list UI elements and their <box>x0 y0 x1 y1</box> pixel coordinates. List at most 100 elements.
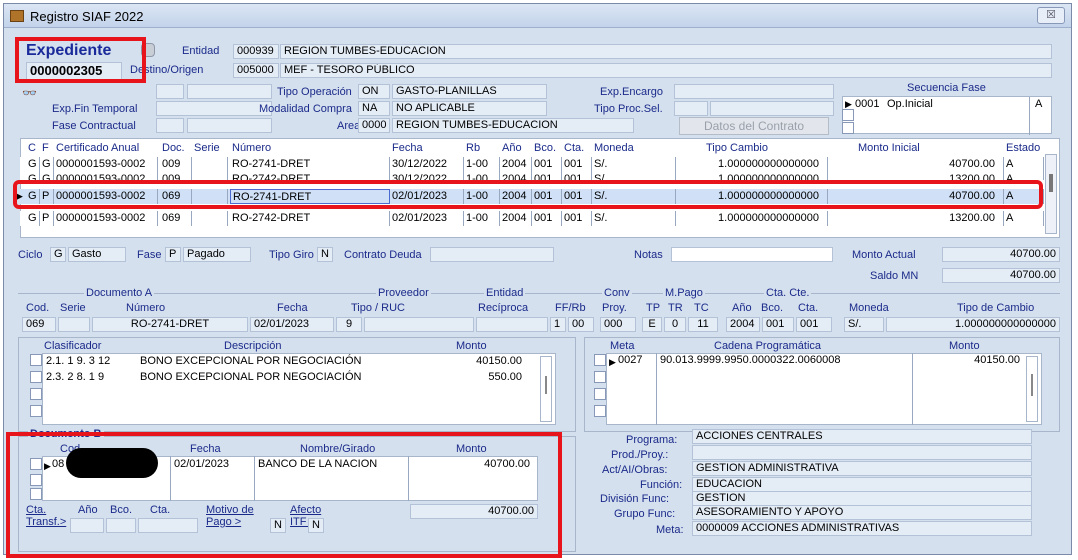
clasificador-check-1[interactable] <box>30 354 42 366</box>
grid-cell[interactable]: G <box>26 189 40 204</box>
contrato-deuda-field[interactable] <box>430 247 554 262</box>
grid-row[interactable]: G P 0000001593-0002 069 RO-2742-DRET 02/01/20… <box>20 211 1044 226</box>
grid-cell[interactable]: 02/01/2023 <box>390 189 464 204</box>
modalidad-compra-value[interactable]: NO APLICABLE <box>392 101 547 116</box>
grid-cell[interactable]: G <box>40 157 54 172</box>
grid-scrollbar[interactable] <box>1045 154 1057 234</box>
grid-cell[interactable]: 13200.00 <box>828 172 1004 180</box>
grid-col-header[interactable]: C <box>28 142 36 154</box>
grid-cell[interactable]: 009 <box>160 157 192 172</box>
grid-cell[interactable] <box>192 211 228 226</box>
grid-col-header[interactable]: Doc. <box>162 142 185 154</box>
grid-cell[interactable]: RO-2741-DRET <box>230 157 390 172</box>
grid-cell[interactable]: 001 <box>562 211 592 226</box>
doc-a-proy[interactable]: 000 <box>600 317 636 332</box>
destino-code[interactable]: 005000 <box>233 63 279 78</box>
grid-cell[interactable]: G <box>26 157 40 172</box>
grid-cell[interactable]: 40700.00 <box>828 189 1004 204</box>
doc-a-tc[interactable]: 11 <box>688 317 718 332</box>
ciclo-value[interactable]: Gasto <box>68 247 126 262</box>
doc-a-tipo-cambio[interactable]: 1.000000000000000 <box>886 317 1060 332</box>
grid-cell[interactable]: S/. <box>592 211 676 226</box>
grid-cell[interactable]: S/. <box>592 172 676 180</box>
area-code[interactable]: 0000 <box>358 118 390 133</box>
secuencia-fase-list[interactable]: ▶ 0001 Op.Inicial A <box>842 96 1052 135</box>
doc-a-cta[interactable]: 001 <box>796 317 832 332</box>
grid-col-header[interactable]: Monto Inicial <box>858 142 920 154</box>
grid-col-header[interactable]: Estado <box>1006 142 1040 154</box>
grid-cell[interactable]: 0000001593-0002 <box>54 172 158 180</box>
grid-cell[interactable] <box>192 172 228 180</box>
clasificador-check-2[interactable] <box>30 371 42 383</box>
secuencia-check-2[interactable] <box>842 122 854 134</box>
secuencia-check-1[interactable] <box>842 109 854 121</box>
clasificador-check-3[interactable] <box>30 388 42 400</box>
exp-encargo-field[interactable] <box>674 84 834 99</box>
meta-scroll-thumb[interactable] <box>1031 374 1033 396</box>
cta-transf-label[interactable]: Cta. Transf.> <box>26 504 66 528</box>
grid-cell[interactable]: 1.000000000000000 <box>676 189 828 204</box>
ciclo-code[interactable]: G <box>50 247 66 262</box>
fase-contractual-value[interactable] <box>187 118 272 133</box>
entidad-name[interactable]: REGION TUMBES-EDUCACION <box>280 44 1052 59</box>
doc-b-check-1[interactable] <box>30 458 42 470</box>
clasificador-check-4[interactable] <box>30 405 42 417</box>
grid-cell[interactable]: 2004 <box>500 157 532 172</box>
destino-name[interactable]: MEF - TESORO PÚBLICO <box>280 63 1052 78</box>
grid-cell[interactable]: 1-00 <box>464 172 500 180</box>
tipo-operacion-value[interactable]: GASTO-PLANILLAS <box>392 84 547 99</box>
grid-cell[interactable]: 2004 <box>500 211 532 226</box>
doc-a-cod[interactable]: 069 <box>22 317 56 332</box>
grid-col-header[interactable]: Número <box>232 142 271 154</box>
grid-cell[interactable]: 1-00 <box>464 211 500 226</box>
grid-cell[interactable]: 40700.00 <box>828 157 1004 172</box>
grid-cell[interactable]: 1.000000000000000 <box>676 211 828 226</box>
doc-a-tipo[interactable]: 9 <box>336 317 362 332</box>
grid-row[interactable]: G G 0000001593-0002 009 RO-2742-DRET 30/12/20… <box>20 172 1044 180</box>
datos-contrato-button[interactable]: Datos del Contrato <box>679 117 829 135</box>
grid-cell[interactable]: 001 <box>562 172 592 180</box>
grid-cell[interactable]: 1-00 <box>464 157 500 172</box>
grid-col-header[interactable]: Bco. <box>534 142 556 154</box>
grid-row[interactable]: G G 0000001593-0002 009 RO-2741-DRET 30/12/20… <box>20 157 1044 172</box>
grid-cell[interactable]: 001 <box>562 157 592 172</box>
grid-cell[interactable]: 0000001593-0002 <box>54 157 158 172</box>
meta-check-4[interactable] <box>594 405 606 417</box>
afecto-itf-value[interactable]: N <box>308 518 324 533</box>
tipo-giro-code[interactable]: N <box>317 247 333 262</box>
doc-a-serie[interactable] <box>58 317 90 332</box>
expediente-number[interactable]: 0000002305 <box>26 62 122 80</box>
grid-cell[interactable]: G <box>26 211 40 226</box>
grid-cell[interactable]: 0000001593-0002 <box>54 211 158 226</box>
expediente-toggle[interactable] <box>141 43 155 57</box>
grid-cell[interactable]: A <box>1004 157 1044 172</box>
grid-cell[interactable]: 2004 <box>500 172 532 180</box>
grid-col-header[interactable]: Certificado Anual <box>56 142 139 154</box>
grid-cell[interactable]: 13200.00 <box>828 211 1004 226</box>
grid-cell[interactable]: RO-2742-DRET <box>230 172 390 180</box>
grid-col-header[interactable]: Cta. <box>564 142 584 154</box>
grid-cell[interactable]: 1.000000000000000 <box>676 172 828 180</box>
tipo-operacion-code[interactable]: ON <box>358 84 390 99</box>
grid-cell[interactable]: 001 <box>532 157 562 172</box>
grid-cell[interactable]: A <box>1004 189 1044 204</box>
grid-cell[interactable]: 009 <box>160 172 192 180</box>
grid-cell[interactable]: 1.000000000000000 <box>676 157 828 172</box>
grid-cell[interactable]: 001 <box>532 211 562 226</box>
grid-cell[interactable]: 069 <box>160 189 192 204</box>
grid-col-header[interactable]: Fecha <box>392 142 423 154</box>
grid-cell[interactable]: G <box>26 172 40 180</box>
doc-a-tp[interactable]: E <box>642 317 662 332</box>
grid-cell[interactable]: 069 <box>160 211 192 226</box>
notas-field[interactable] <box>671 247 833 262</box>
doc-a-ff[interactable]: 1 <box>550 317 566 332</box>
motivo-pago-value[interactable]: N <box>270 518 286 533</box>
grid-col-header[interactable]: Serie <box>194 142 220 154</box>
doc-a-rb[interactable]: 00 <box>568 317 594 332</box>
area-value[interactable]: REGION TUMBES-EDUCACION <box>392 118 634 133</box>
meta-check-2[interactable] <box>594 371 606 383</box>
meta-check-1[interactable] <box>594 354 606 366</box>
grid-cell[interactable]: 02/01/2023 <box>390 211 464 226</box>
doc-a-numero[interactable]: RO-2741-DRET <box>92 317 248 332</box>
grid-col-header[interactable]: F <box>42 142 49 154</box>
